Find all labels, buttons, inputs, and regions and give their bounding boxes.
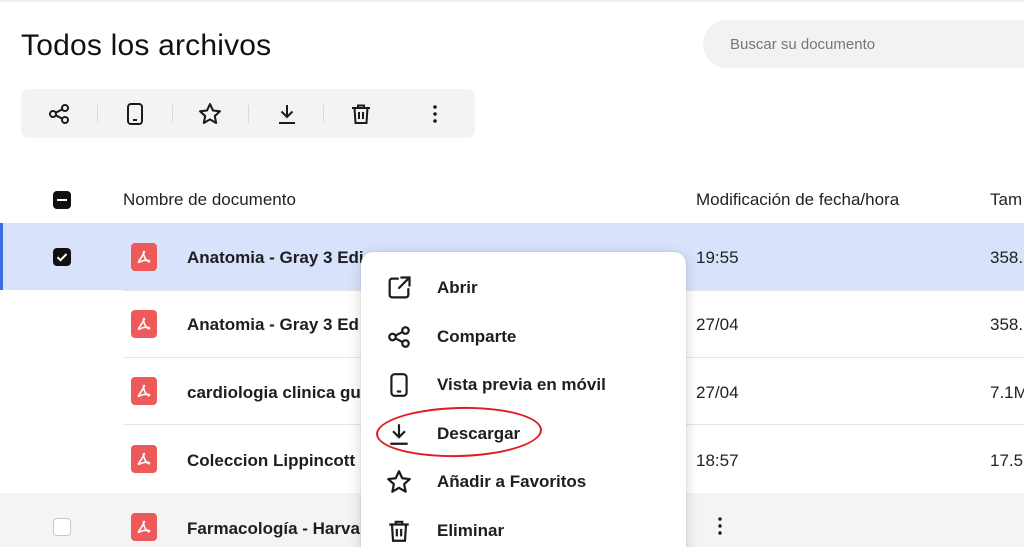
- file-modified: 27/04: [696, 315, 739, 334]
- row-more-button[interactable]: [712, 514, 728, 538]
- delete-button[interactable]: [348, 101, 374, 127]
- toolbar-divider: [248, 105, 249, 123]
- file-size: 358.: [990, 315, 1024, 334]
- column-header-size[interactable]: Tam: [990, 190, 1022, 210]
- share-icon: [49, 104, 69, 124]
- menu-item-share[interactable]: Comparte: [361, 313, 686, 361]
- file-name[interactable]: cardiologia clinica gu: [187, 383, 367, 403]
- file-size: 17.5: [990, 451, 1024, 470]
- file-modified: 27/04: [696, 383, 739, 402]
- action-toolbar: [21, 89, 475, 138]
- file-modified: 18:57: [696, 451, 739, 470]
- share-button[interactable]: [46, 101, 72, 127]
- pdf-file-icon: [131, 513, 157, 541]
- menu-item-label: Vista previa en móvil: [437, 375, 606, 394]
- file-name[interactable]: Anatomia - Gray 3 Edi: [187, 248, 367, 268]
- star-icon: [385, 468, 413, 496]
- menu-item-mobile-preview[interactable]: Vista previa en móvil: [361, 361, 686, 409]
- top-divider: [0, 0, 1024, 2]
- menu-item-delete[interactable]: Eliminar: [361, 507, 686, 547]
- pdf-file-icon: [131, 310, 157, 338]
- search-input[interactable]: Buscar su documento: [703, 20, 1024, 68]
- toolbar-divider: [323, 105, 324, 123]
- pdf-file-icon: [131, 445, 157, 473]
- toolbar-divider: [97, 105, 98, 123]
- trash-icon: [385, 517, 413, 545]
- context-menu: Abrir Comparte Vista previa en móvil Des…: [361, 252, 686, 547]
- download-icon: [385, 420, 413, 448]
- favorite-button[interactable]: [197, 101, 223, 127]
- download-icon: [279, 105, 295, 124]
- file-name[interactable]: Coleccion Lippincott: [187, 451, 367, 471]
- file-name[interactable]: Anatomia - Gray 3 Ed: [187, 315, 367, 335]
- select-all-checkbox[interactable]: [53, 191, 71, 209]
- search-placeholder: Buscar su documento: [730, 36, 876, 53]
- menu-item-label: Añadir a Favoritos: [437, 472, 587, 491]
- menu-item-label: Eliminar: [437, 521, 505, 540]
- menu-item-label: Descargar: [437, 424, 521, 443]
- more-vertical-icon: [718, 517, 722, 535]
- trash-icon: [352, 104, 370, 124]
- column-header-modified[interactable]: Modificación de fecha/hora: [696, 190, 899, 210]
- menu-item-favorite[interactable]: Añadir a Favoritos: [361, 458, 686, 506]
- menu-item-open[interactable]: Abrir: [361, 264, 686, 312]
- file-size: 358.: [990, 248, 1024, 267]
- download-button[interactable]: [274, 101, 300, 127]
- checkmark-icon: [56, 253, 68, 262]
- toolbar-divider: [172, 105, 173, 123]
- share-icon: [385, 323, 413, 351]
- mobile-preview-icon: [127, 103, 143, 125]
- row-checkbox[interactable]: [53, 248, 71, 266]
- pdf-file-icon: [131, 377, 157, 405]
- open-external-icon: [385, 274, 413, 302]
- row-checkbox[interactable]: [53, 518, 71, 536]
- file-size: 7.1M: [990, 383, 1024, 402]
- menu-item-label: Comparte: [437, 327, 517, 346]
- more-vertical-icon: [433, 105, 437, 123]
- column-header-name[interactable]: Nombre de documento: [123, 190, 296, 210]
- mobile-preview-button[interactable]: [122, 101, 148, 127]
- menu-item-download[interactable]: Descargar: [361, 410, 686, 458]
- more-options-button[interactable]: [422, 101, 448, 127]
- page-title: Todos los archivos: [21, 29, 272, 62]
- file-modified: 19:55: [696, 248, 739, 267]
- mobile-preview-icon: [385, 371, 413, 399]
- star-icon: [199, 103, 221, 125]
- pdf-file-icon: [131, 243, 157, 271]
- menu-item-label: Abrir: [437, 278, 478, 297]
